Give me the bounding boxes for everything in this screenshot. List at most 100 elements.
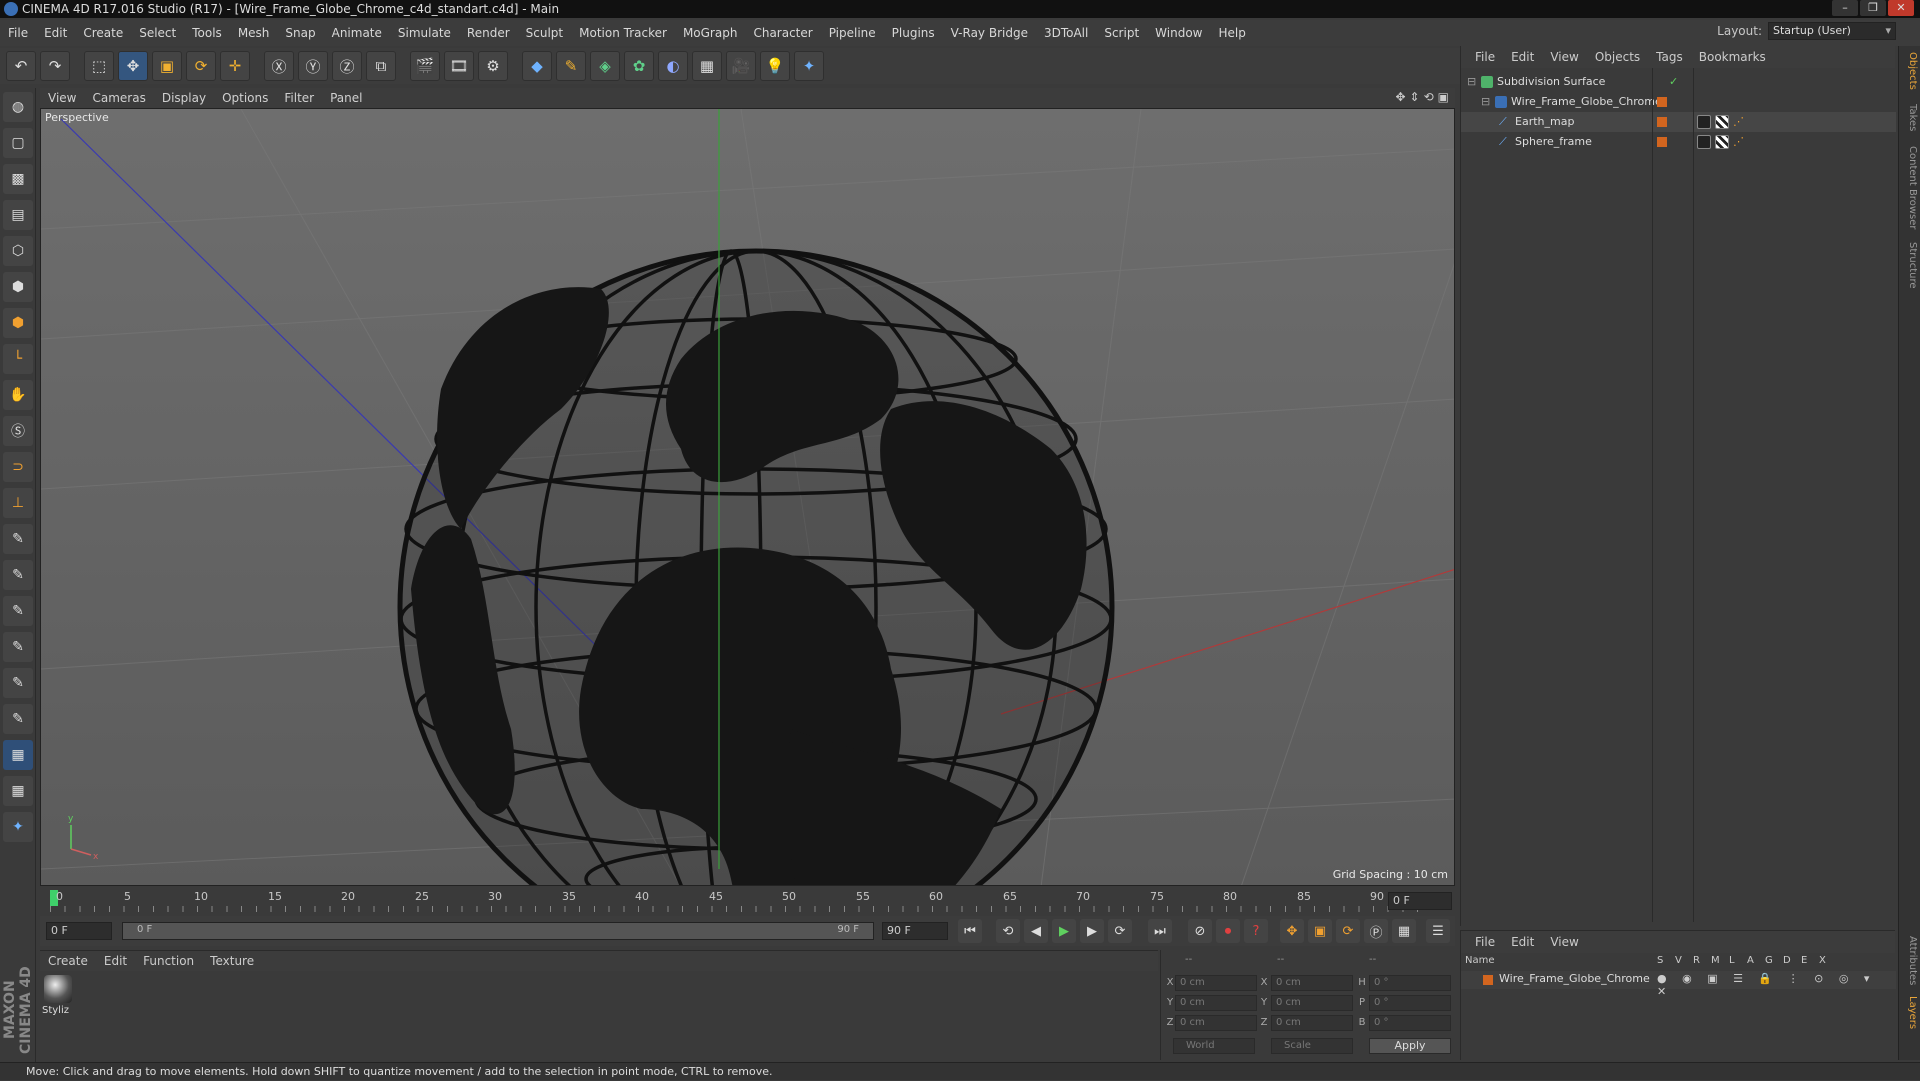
deformer-icon[interactable]: ◐ bbox=[658, 51, 688, 81]
cloner-icon[interactable]: ✿ bbox=[624, 51, 654, 81]
tweak-mode-icon[interactable]: ✋ bbox=[3, 380, 33, 410]
coord-rot-h-field[interactable]: 0 ° bbox=[1369, 975, 1451, 991]
light-icon[interactable]: 💡 bbox=[760, 51, 790, 81]
pan-icon[interactable]: ✥ bbox=[1395, 90, 1405, 104]
edges-mode-icon[interactable]: ⬢ bbox=[3, 272, 33, 302]
sculpt-brush-4-icon[interactable]: ✎ bbox=[3, 632, 33, 662]
coord-size-y-field[interactable]: 0 cm bbox=[1271, 995, 1353, 1011]
menu-pipeline[interactable]: Pipeline bbox=[821, 26, 884, 40]
menu-snap[interactable]: Snap bbox=[277, 26, 323, 40]
subdivision-surface-icon[interactable]: ◈ bbox=[590, 51, 620, 81]
next-key-icon[interactable]: ⟳ bbox=[1108, 919, 1132, 943]
lm-menu-edit[interactable]: Edit bbox=[1503, 935, 1542, 949]
om-menu-edit[interactable]: Edit bbox=[1503, 50, 1542, 64]
menu-create[interactable]: Create bbox=[75, 26, 131, 40]
cube-object-icon[interactable]: ◆ bbox=[522, 51, 552, 81]
render-picture-viewer-icon[interactable]: 🎞 bbox=[444, 51, 474, 81]
python-icon[interactable]: ✦ bbox=[794, 51, 824, 81]
om-menu-view[interactable]: View bbox=[1542, 50, 1586, 64]
material-menu-texture[interactable]: Texture bbox=[202, 954, 262, 968]
phong-tag-icon[interactable] bbox=[1697, 115, 1711, 129]
coord-size-x-field[interactable]: 0 cm bbox=[1271, 975, 1353, 991]
key-position-icon[interactable]: ✥ bbox=[1280, 919, 1304, 943]
object-row-sphere-frame[interactable]: ⟋ Sphere_frame ⋰ bbox=[1461, 132, 1896, 152]
sculpt-brush-6-icon[interactable]: ✎ bbox=[3, 704, 33, 734]
timeline-ruler[interactable]: 0 5 10 15 20 25 30 35 40 45 50 55 60 65 … bbox=[40, 888, 1455, 914]
sculpt-brush-2-icon[interactable]: ✎ bbox=[3, 560, 33, 590]
tab-layers[interactable]: Layers bbox=[1902, 996, 1918, 1029]
keyframe-selection-icon[interactable]: ? bbox=[1244, 919, 1268, 943]
workplane-lock-icon[interactable]: ⊥ bbox=[3, 488, 33, 518]
spline-pen-icon[interactable]: ✎ bbox=[556, 51, 586, 81]
object-row-subdivision-surface[interactable]: ⊟ Subdivision Surface ✓ bbox=[1461, 72, 1896, 92]
soft-selection-icon[interactable]: ▦ bbox=[3, 776, 33, 806]
column-divider[interactable] bbox=[1652, 68, 1653, 922]
menu-mesh[interactable]: Mesh bbox=[230, 26, 278, 40]
previous-key-icon[interactable]: ⟲ bbox=[996, 919, 1020, 943]
y-axis-lock-icon[interactable]: Ⓨ bbox=[298, 51, 328, 81]
floor-icon[interactable]: ▦ bbox=[692, 51, 722, 81]
sculpt-brush-5-icon[interactable]: ✎ bbox=[3, 668, 33, 698]
redo-icon[interactable]: ↷ bbox=[40, 51, 70, 81]
recent-tool-icon[interactable]: ✛ bbox=[220, 51, 250, 81]
orbit-icon[interactable]: ⟲ bbox=[1424, 90, 1434, 104]
viewport-menu-cameras[interactable]: Cameras bbox=[84, 91, 153, 105]
menu-render[interactable]: Render bbox=[459, 26, 518, 40]
coord-pos-x-field[interactable]: 0 cm bbox=[1175, 975, 1257, 991]
coord-pos-z-field[interactable]: 0 cm bbox=[1175, 1015, 1257, 1031]
selection-tag-icon[interactable]: ⋰ bbox=[1733, 132, 1744, 152]
z-axis-lock-icon[interactable]: Ⓩ bbox=[332, 51, 362, 81]
lm-menu-view[interactable]: View bbox=[1542, 935, 1586, 949]
go-to-end-icon[interactable]: ⏭ bbox=[1148, 919, 1172, 943]
axis-mode-icon[interactable]: └ bbox=[3, 344, 33, 374]
camera-icon[interactable]: 🎥 bbox=[726, 51, 756, 81]
key-parameter-icon[interactable]: Ⓟ bbox=[1364, 919, 1388, 943]
coord-size-z-field[interactable]: 0 cm bbox=[1271, 1015, 1353, 1031]
x-axis-lock-icon[interactable]: Ⓧ bbox=[264, 51, 294, 81]
layer-name[interactable]: Wire_Frame_Globe_Chrome bbox=[1499, 972, 1650, 985]
key-scale-icon[interactable]: ▣ bbox=[1308, 919, 1332, 943]
coord-pos-y-field[interactable]: 0 cm bbox=[1175, 995, 1257, 1011]
model-mode-icon[interactable]: ▢ bbox=[3, 128, 33, 158]
rotate-tool-icon[interactable]: ⟳ bbox=[186, 51, 216, 81]
selection-tool-icon[interactable]: ⬚ bbox=[84, 51, 114, 81]
start-frame-field[interactable]: 0 F bbox=[46, 922, 112, 940]
tab-objects[interactable]: Objects bbox=[1902, 52, 1918, 90]
record-keys-icon[interactable]: ⊘ bbox=[1188, 919, 1212, 943]
make-editable-icon[interactable]: ◍ bbox=[3, 92, 33, 122]
workplane-icon[interactable]: ▤ bbox=[3, 200, 33, 230]
go-to-start-icon[interactable]: ⏮ bbox=[958, 919, 982, 943]
frame-range-slider[interactable]: 0 F 90 F bbox=[122, 922, 874, 940]
checkmark-icon[interactable]: ✓ bbox=[1669, 72, 1678, 92]
viewport-menu-display[interactable]: Display bbox=[154, 91, 214, 105]
menu-file[interactable]: File bbox=[0, 26, 36, 40]
current-frame-field[interactable]: 0 F bbox=[1388, 892, 1452, 910]
render-view-icon[interactable]: 🎬 bbox=[410, 51, 440, 81]
world-select[interactable]: World bbox=[1173, 1038, 1255, 1054]
undo-icon[interactable]: ↶ bbox=[6, 51, 36, 81]
menu-motion-tracker[interactable]: Motion Tracker bbox=[571, 26, 675, 40]
menu-edit[interactable]: Edit bbox=[36, 26, 75, 40]
layout-select[interactable]: Startup (User) bbox=[1768, 22, 1896, 40]
viewport-menu-options[interactable]: Options bbox=[214, 91, 276, 105]
selection-tag-icon[interactable]: ⋰ bbox=[1733, 112, 1744, 132]
lock-grid-icon[interactable]: ▦ bbox=[3, 740, 33, 770]
snapping-icon[interactable]: Ⓢ bbox=[3, 416, 33, 446]
menu-sculpt[interactable]: Sculpt bbox=[518, 26, 571, 40]
restore-icon[interactable]: ❐ bbox=[1860, 0, 1886, 16]
menu-tools[interactable]: Tools bbox=[184, 26, 230, 40]
move-tool-icon[interactable]: ✥ bbox=[118, 51, 148, 81]
material-thumbnail[interactable] bbox=[44, 975, 72, 1003]
minimize-icon[interactable]: – bbox=[1832, 0, 1858, 16]
menu-3dtoall[interactable]: 3DToAll bbox=[1036, 26, 1096, 40]
layer-toggle-icons[interactable]: ● ◉ ▣ ☰ 🔒 ⋮ ⊙ ◎ ▾ ✕ bbox=[1657, 972, 1896, 998]
menu-simulate[interactable]: Simulate bbox=[390, 26, 459, 40]
polygons-mode-icon[interactable]: ⬢ bbox=[3, 308, 33, 338]
collapse-icon[interactable]: ⊟ bbox=[1481, 92, 1490, 112]
lm-menu-file[interactable]: File bbox=[1467, 935, 1503, 949]
end-frame-field[interactable]: 90 F bbox=[882, 922, 948, 940]
coord-rot-b-field[interactable]: 0 ° bbox=[1369, 1015, 1451, 1031]
viewport-menu-panel[interactable]: Panel bbox=[322, 91, 370, 105]
layer-row[interactable]: Wire_Frame_Globe_Chrome ● ◉ ▣ ☰ 🔒 ⋮ ⊙ ◎ … bbox=[1461, 971, 1896, 998]
object-row-wire-frame-globe[interactable]: ⊟ Wire_Frame_Globe_Chrome bbox=[1461, 92, 1896, 112]
